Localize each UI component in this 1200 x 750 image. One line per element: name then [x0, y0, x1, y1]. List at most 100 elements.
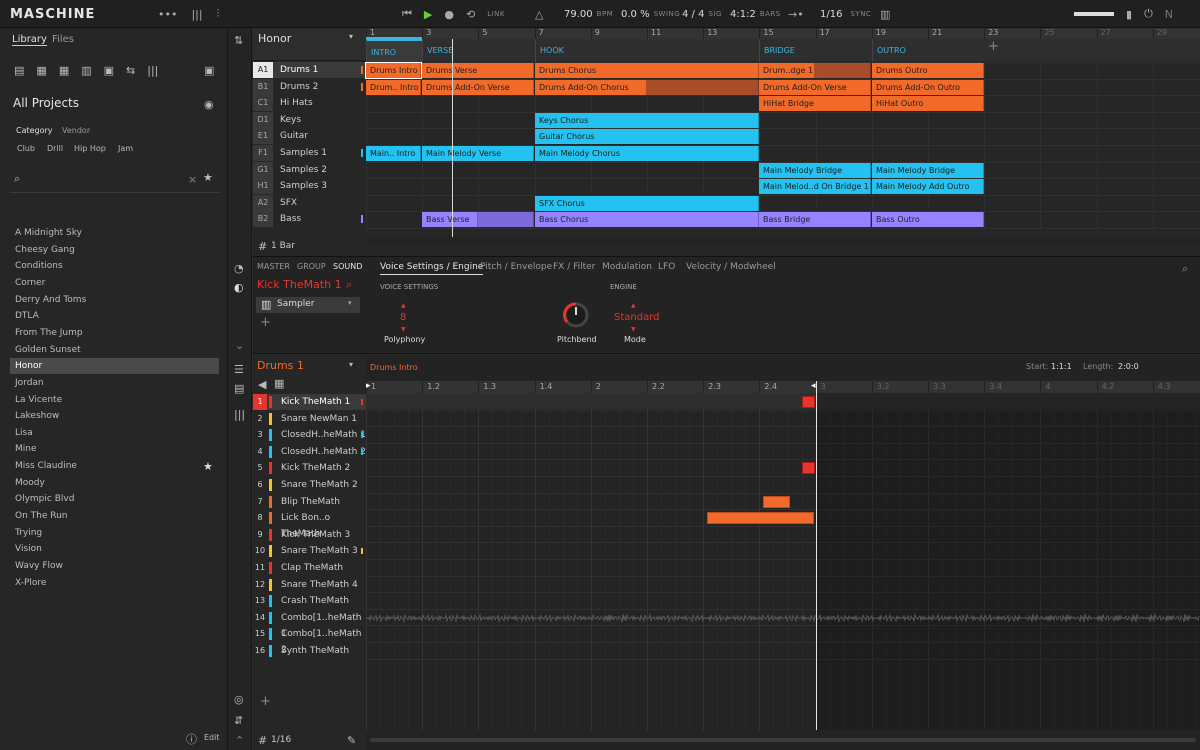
grid-icon[interactable]: #: [258, 240, 267, 253]
arranger-scrollbar[interactable]: [366, 237, 1200, 245]
search-icon[interactable]: ⌕: [14, 172, 20, 186]
project-item[interactable]: Wavy Flow: [10, 558, 219, 574]
clip[interactable]: Main.. Intro: [366, 146, 421, 161]
tab-master[interactable]: MASTER: [257, 262, 290, 271]
clip[interactable]: [815, 63, 871, 78]
menu-dots-icon[interactable]: •••: [158, 8, 177, 21]
bar-length[interactable]: 1 Bar: [271, 241, 295, 251]
keyboard-icon[interactable]: ▥: [880, 8, 890, 21]
filter-category[interactable]: Category: [16, 126, 53, 135]
add-section-icon[interactable]: +: [988, 39, 999, 54]
increment-icon[interactable]: ▲: [401, 302, 406, 309]
clip[interactable]: Drums Outro: [872, 63, 984, 78]
section-bridge[interactable]: BRIDGE: [759, 39, 872, 63]
plugin-icon[interactable]: ◐: [234, 281, 244, 294]
pattern-ruler[interactable]: 1 1.2 1.3 1.4 2 2.2 2.3 2.4 3 3.2 3.3 3.4 4 4.2 4.3 ▸ ◂: [366, 381, 1200, 393]
sound-row[interactable]: 6 Snare TheMath 2: [253, 477, 366, 493]
clip[interactable]: [478, 212, 534, 228]
signature-value[interactable]: 4 / 4: [682, 9, 704, 20]
sound-name[interactable]: Kick TheMath 1: [257, 278, 342, 291]
pad-grid-icon[interactable]: ▦: [274, 377, 284, 390]
sound-row[interactable]: 8 Lick Bon..o TheMath: [253, 510, 366, 539]
clip[interactable]: Main Melody Bridge: [872, 162, 984, 178]
follow-icon[interactable]: →•: [788, 8, 804, 21]
project-item[interactable]: Mine: [10, 441, 219, 457]
note[interactable]: [802, 462, 815, 475]
pattern-name[interactable]: Drums Intro: [370, 363, 418, 372]
clip[interactable]: Keys Chorus: [535, 112, 759, 128]
plugin-tab[interactable]: Velocity / Modwheel: [686, 262, 776, 272]
clip[interactable]: Bass Bridge: [759, 212, 871, 228]
clip[interactable]: Main Melody Bridge: [759, 162, 871, 178]
clip[interactable]: Main Melod..d On Bridge 1: [759, 179, 871, 195]
grid-icon[interactable]: #: [258, 734, 267, 747]
decrement-icon[interactable]: ▼: [631, 326, 636, 333]
loop-icon[interactable]: ⟲: [466, 8, 475, 21]
project-item[interactable]: From The Jump: [10, 325, 219, 341]
step-mode-icon[interactable]: ⇵: [234, 714, 243, 727]
group-row[interactable]: A1 Drums 1: [253, 62, 366, 78]
chevron-down-icon[interactable]: ▾: [349, 32, 353, 41]
clip[interactable]: Main Melody Verse: [422, 146, 534, 161]
clip[interactable]: Drum.. Intro: [366, 79, 421, 95]
tag-item[interactable]: Club: [17, 144, 35, 153]
loop-filter-icon[interactable]: ⇆: [126, 64, 135, 77]
power-icon[interactable]: ⏻: [1144, 7, 1153, 21]
chevron-down-icon[interactable]: ▾: [349, 360, 353, 369]
fx-filter-icon[interactable]: ▣: [104, 64, 114, 77]
project-item[interactable]: Trying: [10, 525, 219, 541]
keyboard-view-icon[interactable]: ▤: [234, 382, 244, 395]
master-volume-slider[interactable]: [1074, 12, 1114, 16]
sound-row[interactable]: 15 Combo[1..heMath 2: [253, 626, 366, 655]
project-item[interactable]: Lakeshow: [10, 408, 219, 424]
search-icon[interactable]: ⌕: [1182, 262, 1188, 276]
group-row[interactable]: D1 Keys: [253, 111, 366, 128]
group-row[interactable]: A2 SFX: [253, 194, 366, 211]
project-filter-icon[interactable]: ▤: [14, 64, 24, 77]
pattern-grid[interactable]: [366, 393, 1200, 730]
group-row[interactable]: E1 Guitar: [253, 128, 366, 145]
all-projects-title[interactable]: All Projects: [13, 96, 79, 110]
sound-row[interactable]: 16 Synth TheMath: [253, 643, 366, 659]
group-row[interactable]: G1 Samples 2: [253, 161, 366, 178]
plugin-slot[interactable]: ▥ Sampler ▾: [256, 297, 360, 313]
clip[interactable]: Main Melody Chorus: [535, 146, 759, 161]
arranger-grid[interactable]: Drums Intro Drums Verse Drums Chorus Drum..…: [365, 62, 1200, 229]
group-name[interactable]: Drums 1: [257, 359, 304, 372]
tag-item[interactable]: Jam: [118, 144, 133, 153]
clip[interactable]: [647, 79, 759, 95]
instrument-filter-icon[interactable]: ▥: [81, 64, 91, 77]
play-icon[interactable]: ▶: [424, 8, 432, 21]
tag-item[interactable]: Drill: [47, 144, 63, 153]
group-filter-icon[interactable]: ▦: [36, 64, 46, 77]
project-name[interactable]: Honor: [258, 32, 291, 45]
project-item[interactable]: DTLA: [10, 308, 219, 324]
clip[interactable]: Bass Chorus: [535, 212, 759, 228]
filter-vendor[interactable]: Vendor: [62, 126, 90, 135]
pattern-scrollbar[interactable]: [370, 738, 1196, 742]
section-verse[interactable]: VERSE: [422, 39, 535, 63]
clip[interactable]: Drums Add-On Verse: [422, 79, 534, 95]
sync-label[interactable]: SYNC: [850, 10, 871, 18]
length-value[interactable]: 2:0:0: [1118, 362, 1139, 371]
group-row[interactable]: F1 Samples 1: [253, 145, 366, 161]
sound-row[interactable]: 2 Snare NewMan 1: [253, 411, 366, 427]
audio-icon[interactable]: ◎: [234, 693, 244, 706]
clip[interactable]: Main Melody Add Outro: [872, 179, 984, 195]
section-outro[interactable]: OUTRO: [872, 39, 984, 63]
loop-start-marker[interactable]: ▸: [366, 381, 371, 391]
expand-icon[interactable]: ⌃: [235, 734, 244, 747]
user-icon[interactable]: ▣: [204, 64, 214, 77]
clip[interactable]: SFX Chorus: [535, 195, 759, 211]
link-button[interactable]: LINK: [487, 10, 505, 18]
sound-row[interactable]: 3 ClosedH..heMath 1: [253, 427, 366, 443]
clip[interactable]: Drums Chorus: [535, 63, 759, 78]
clip[interactable]: Drums Add-On Outro: [872, 79, 984, 95]
loop-end-marker[interactable]: ◂: [811, 381, 816, 391]
project-item[interactable]: La Vicente: [10, 392, 219, 408]
clip[interactable]: Guitar Chorus: [535, 129, 759, 145]
info-icon[interactable]: ⓘ: [186, 731, 197, 747]
search-input[interactable]: [30, 174, 180, 186]
decrement-icon[interactable]: ▼: [401, 326, 406, 333]
project-item[interactable]: Olympic Blvd: [10, 491, 219, 507]
